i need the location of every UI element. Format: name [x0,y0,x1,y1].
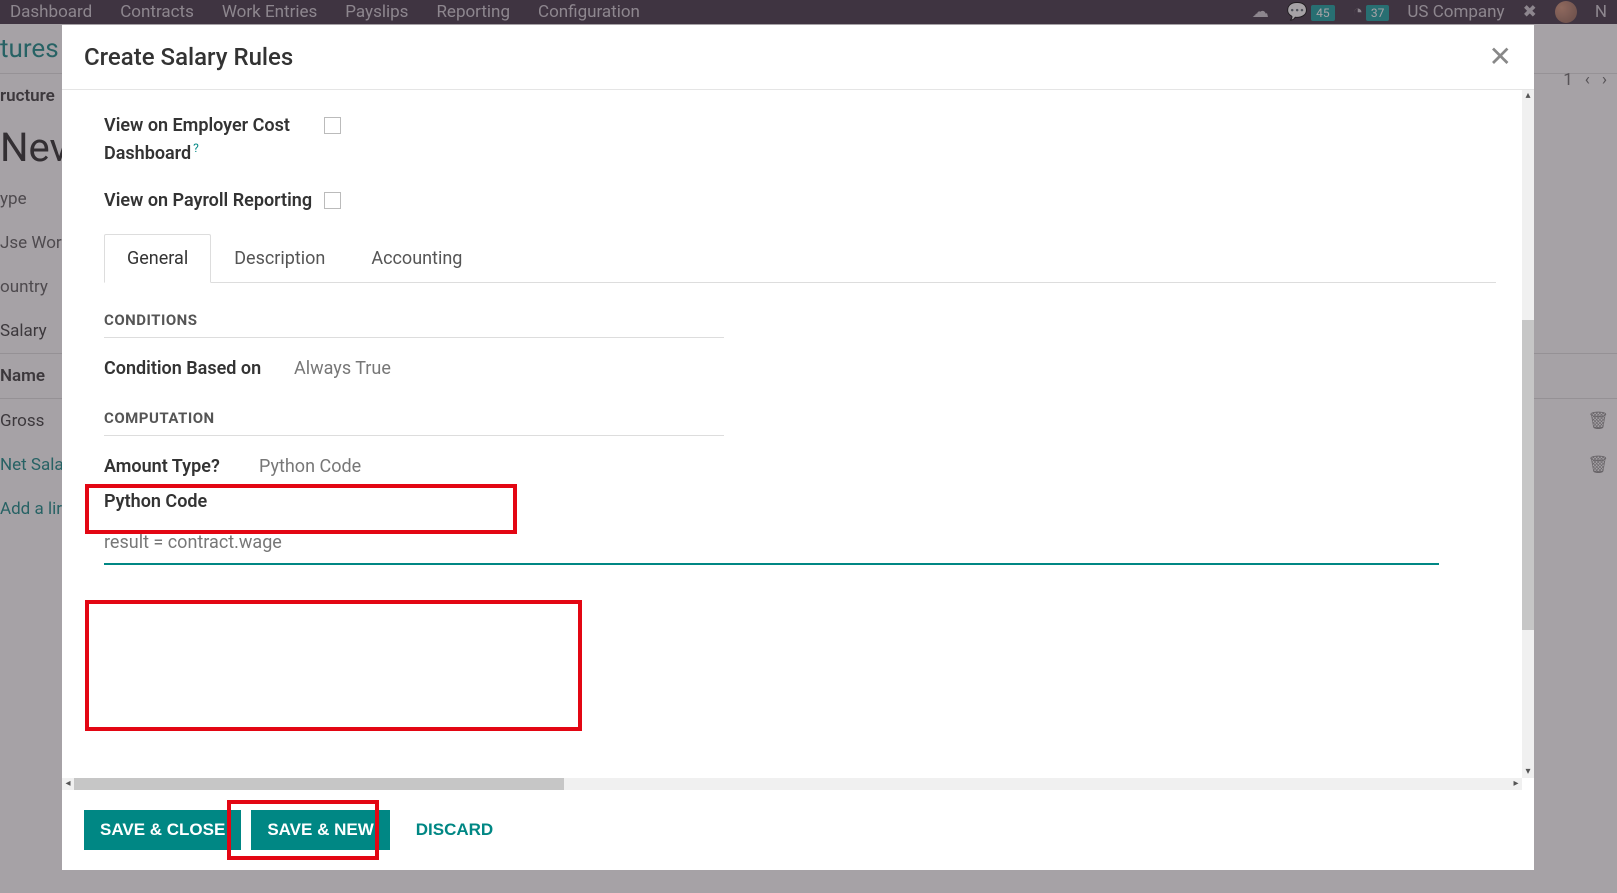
modal-header: Create Salary Rules ✕ [62,25,1534,90]
field-condition-based-on: Condition Based on Always True [104,358,724,379]
scroll-right-icon[interactable]: ▸ [1510,778,1522,790]
section-computation: COMPUTATION [104,409,724,436]
create-salary-rules-modal: Create Salary Rules ✕ View on Employer C… [62,25,1534,870]
field-employer-cost: View on Employer Cost Dashboard? [104,112,1496,167]
value-condition-based-on[interactable]: Always True [294,358,391,379]
checkbox-payroll-reporting[interactable] [324,192,341,209]
label-condition-based-on: Condition Based on [104,358,294,379]
python-code-input[interactable]: result = contract.wage [104,526,1439,565]
value-amount-type[interactable]: Python Code [259,456,361,477]
scroll-down-icon[interactable]: ▾ [1522,766,1534,778]
vertical-scrollbar[interactable]: ▴ ▾ [1522,90,1534,778]
highlight-computation [85,600,582,731]
modal-footer: SAVE & CLOSE SAVE & NEW DISCARD [62,790,1534,870]
close-icon[interactable]: ✕ [1489,43,1512,71]
field-payroll-reporting: View on Payroll Reporting [104,187,1496,214]
horizontal-scrollbar[interactable]: ◂ ▸ [62,778,1522,790]
tabs: General Description Accounting [104,234,1496,283]
computation-group: COMPUTATION Amount Type? Python Code Pyt… [104,409,724,512]
section-conditions: CONDITIONS [104,311,724,338]
help-icon[interactable]: ? [211,456,220,477]
label-employer-cost: View on Employer Cost Dashboard? [104,112,324,167]
scroll-left-icon[interactable]: ◂ [62,778,74,790]
discard-button[interactable]: DISCARD [400,810,509,850]
label-python-code: Python Code [104,491,294,512]
label-payroll-reporting: View on Payroll Reporting [104,187,324,214]
tab-accounting[interactable]: Accounting [348,234,485,282]
help-icon[interactable]: ? [193,141,199,155]
modal-scroll-area[interactable]: View on Employer Cost Dashboard? View on… [62,90,1522,778]
tab-description[interactable]: Description [211,234,348,282]
hscroll-thumb[interactable] [74,778,564,790]
tab-general[interactable]: General [104,234,211,283]
scroll-up-icon[interactable]: ▴ [1522,90,1534,102]
save-close-button[interactable]: SAVE & CLOSE [84,810,241,850]
conditions-group: CONDITIONS Condition Based on Always Tru… [104,311,724,379]
modal-title: Create Salary Rules [84,43,293,71]
vscroll-thumb[interactable] [1522,320,1534,630]
modal-body: View on Employer Cost Dashboard? View on… [62,90,1534,790]
field-python-code-label: Python Code [104,491,724,512]
field-amount-type: Amount Type? Python Code [104,456,724,477]
label-amount-type: Amount Type? [104,456,259,477]
save-new-button[interactable]: SAVE & NEW [251,810,389,850]
checkbox-employer-cost[interactable] [324,117,341,134]
